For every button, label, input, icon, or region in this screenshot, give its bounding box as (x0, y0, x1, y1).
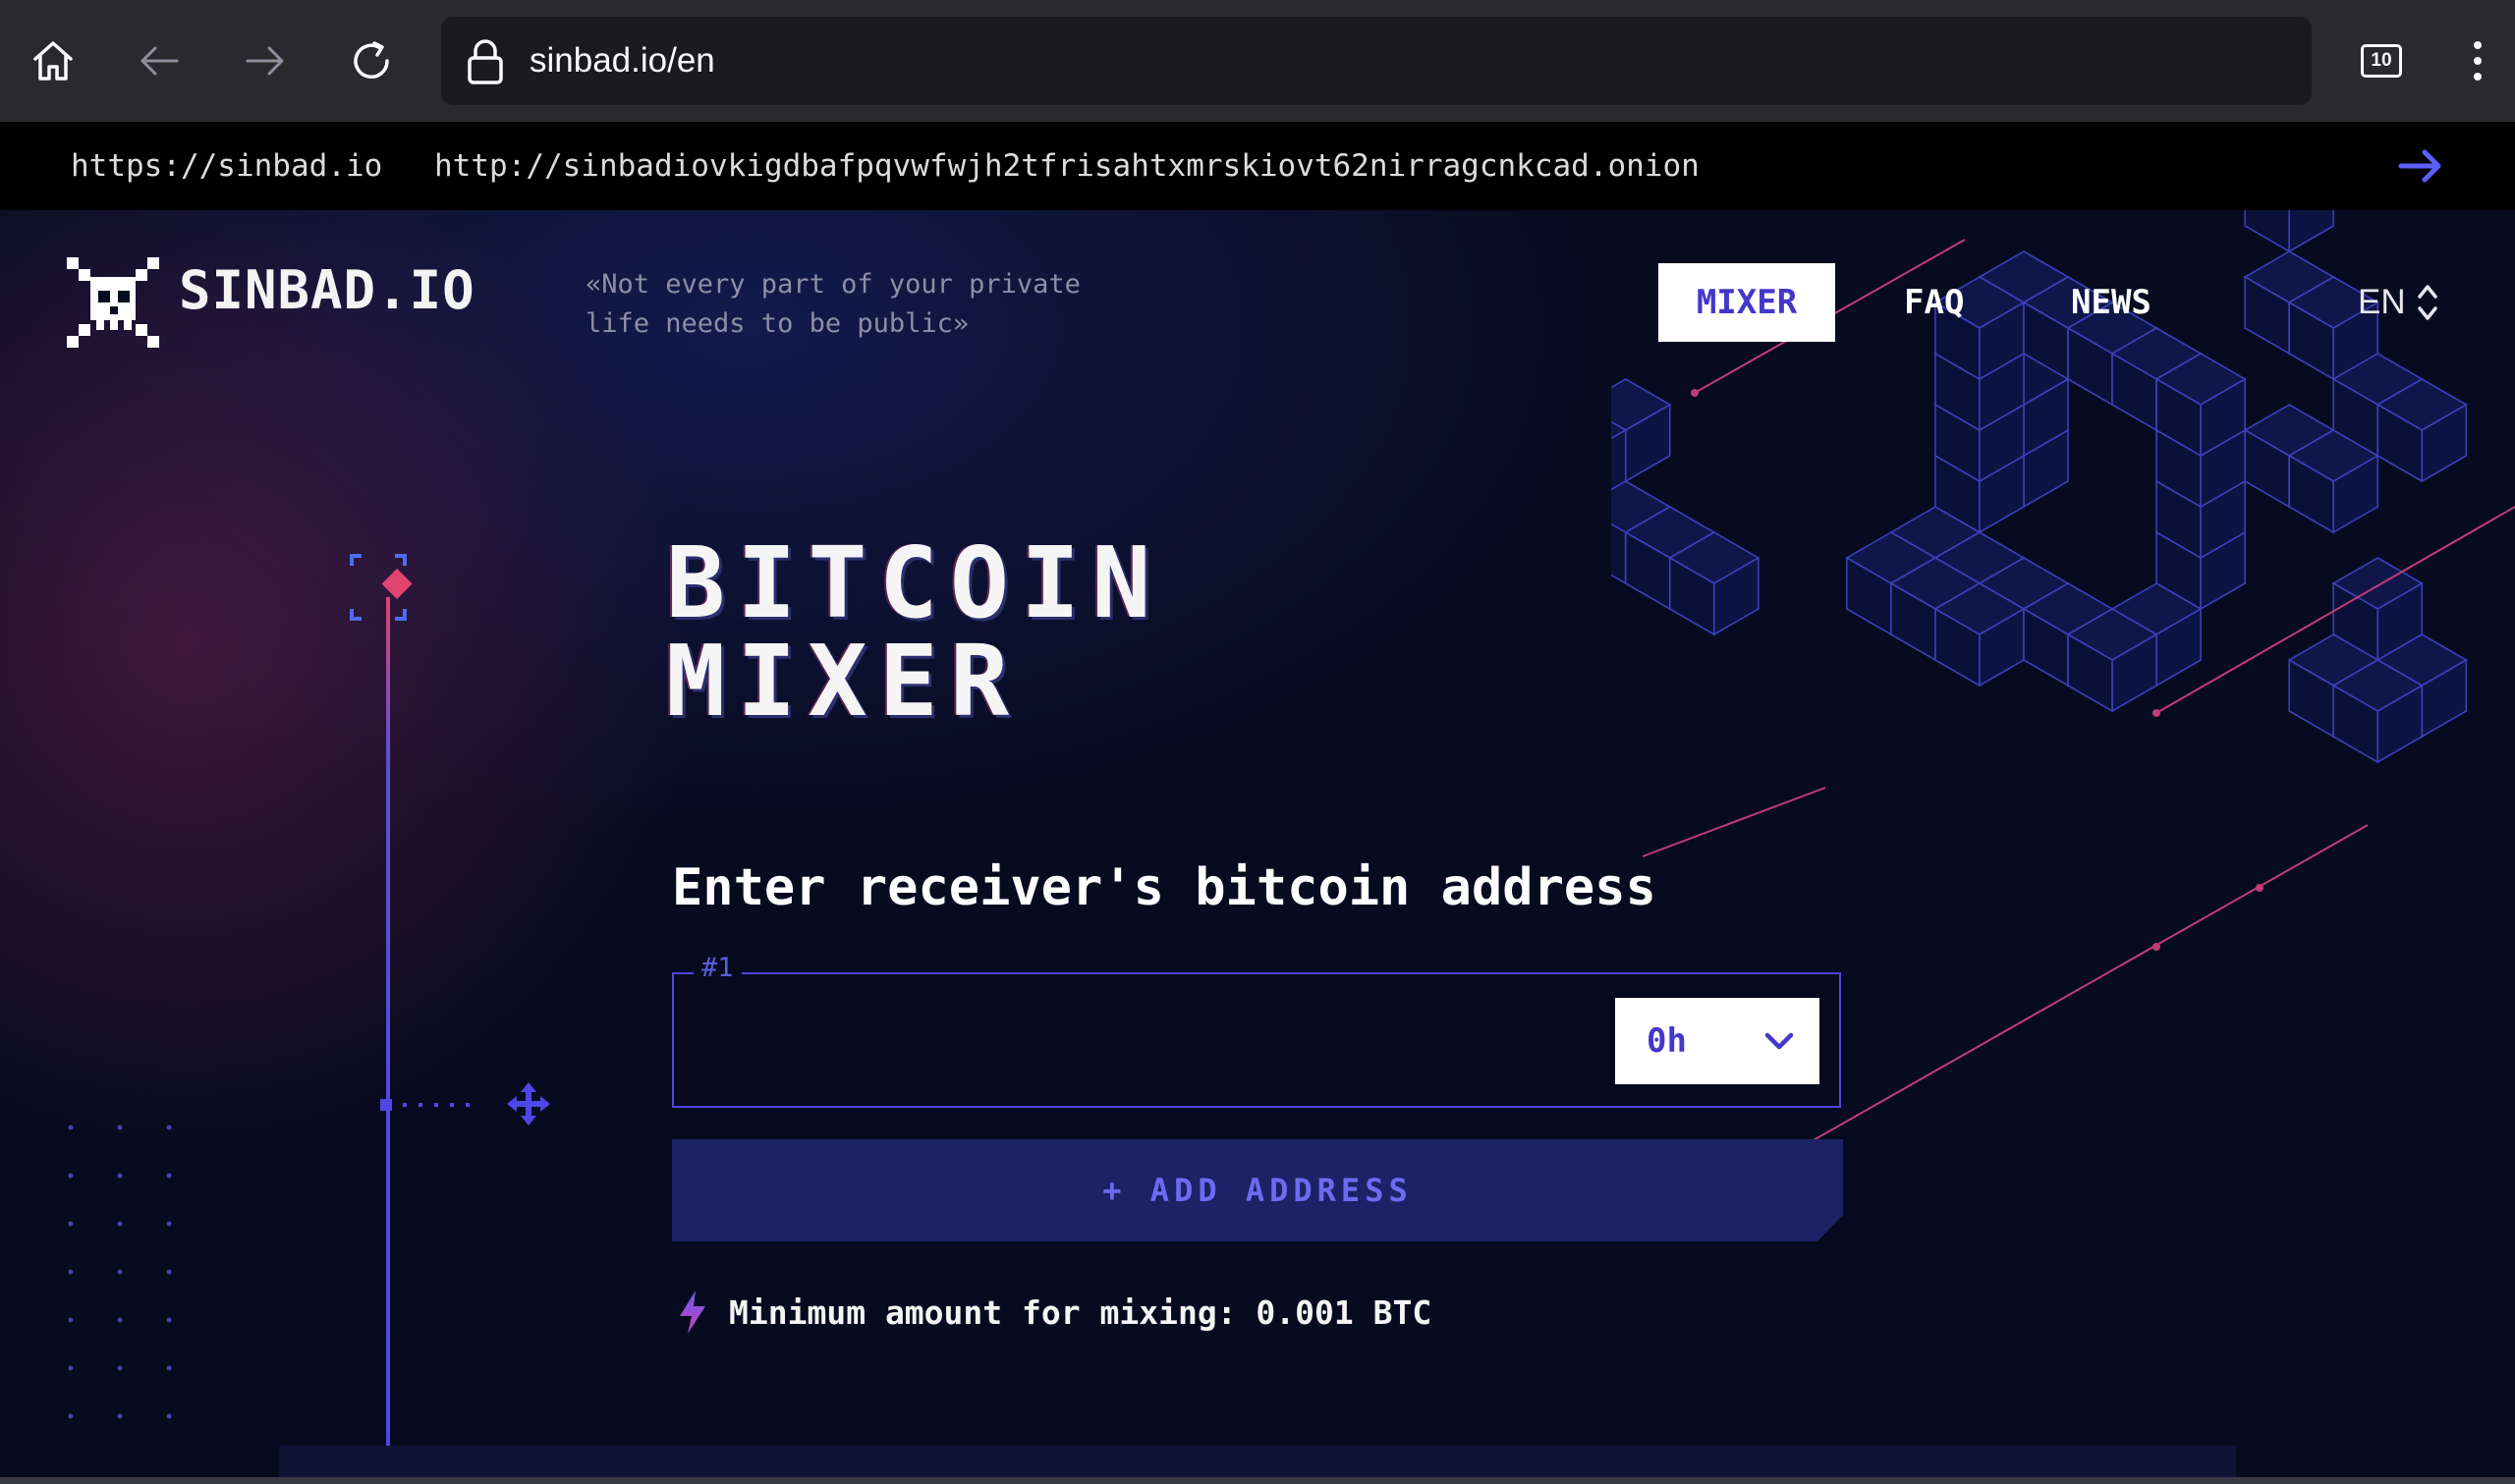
page-content: SINBAD.IO «Not every part of your privat… (0, 210, 2515, 1484)
nav-mixer[interactable]: MIXER (1658, 263, 1835, 342)
tagline-line-2: life needs to be public» (586, 308, 970, 339)
mirror-links-bar: https://sinbad.io http://sinbadiovkigdba… (0, 122, 2515, 210)
chevron-down-icon (1764, 1032, 1794, 1050)
hero-title-line-2: MIXER (666, 624, 1022, 739)
language-code: EN (2358, 283, 2406, 321)
nav-news[interactable]: NEWS (2071, 263, 2152, 342)
move-icon (507, 1082, 550, 1126)
arrow-right-icon (2398, 149, 2441, 183)
progress-rail (350, 554, 470, 1481)
home-icon (33, 41, 73, 81)
url-text: sinbad.io/en (530, 41, 715, 80)
delay-select[interactable]: 0h (1615, 998, 1819, 1084)
clearnet-link[interactable]: https://sinbad.io (71, 122, 382, 210)
site-tagline: «Not every part of your private life nee… (586, 265, 1136, 344)
dot-grid-decoration (68, 1125, 172, 1419)
onion-link[interactable]: http://sinbadiovkigdbafpqvwfwjh2tfrisaht… (434, 122, 1700, 210)
tagline-line-1: «Not every part of your private (586, 269, 1081, 300)
add-address-button[interactable]: + ADD ADDRESS (672, 1139, 1843, 1241)
nav-faq[interactable]: FAQ (1904, 263, 1964, 342)
minimum-amount-note: Minimum amount for mixing: 0.001 BTC (676, 1285, 1431, 1340)
forward-button[interactable] (234, 29, 297, 92)
address-heading: Enter receiver's bitcoin address (672, 858, 1656, 917)
sort-arrows-icon (2417, 285, 2437, 320)
page-bottom-edge (0, 1477, 2515, 1484)
address-field-label: #1 (694, 953, 742, 983)
tab-count: 10 (2371, 50, 2392, 71)
lightning-icon (680, 1291, 705, 1334)
tabs-icon: 10 (2361, 44, 2402, 78)
mirror-next-button[interactable] (2389, 141, 2452, 191)
address-bar[interactable]: sinbad.io/en (441, 17, 2312, 105)
back-button[interactable] (128, 29, 191, 92)
tabs-button[interactable]: 10 (2350, 29, 2413, 92)
hero-title-line-1: BITCOIN (666, 525, 1163, 640)
minimum-amount-text: Minimum amount for mixing: 0.001 BTC (729, 1292, 1432, 1332)
bitcoin-address-input[interactable] (690, 996, 1676, 1084)
site-logo[interactable]: SINBAD.IO (179, 259, 475, 321)
reload-button[interactable] (340, 29, 403, 92)
skull-logo-icon (67, 257, 159, 348)
hero-title: BITCOIN MIXER (666, 534, 1162, 731)
delay-value: 0h (1647, 1021, 1687, 1061)
language-selector[interactable]: EN (2358, 263, 2439, 342)
menu-button[interactable] (2446, 29, 2509, 92)
menu-icon (2474, 41, 2482, 81)
home-button[interactable] (22, 29, 84, 92)
lock-icon (468, 39, 503, 84)
browser-toolbar: sinbad.io/en 10 (0, 0, 2515, 122)
forward-arrow-icon (246, 46, 284, 76)
back-arrow-icon (140, 46, 179, 76)
reload-icon (354, 41, 389, 79)
address-field: #1 0h (672, 953, 1841, 1108)
